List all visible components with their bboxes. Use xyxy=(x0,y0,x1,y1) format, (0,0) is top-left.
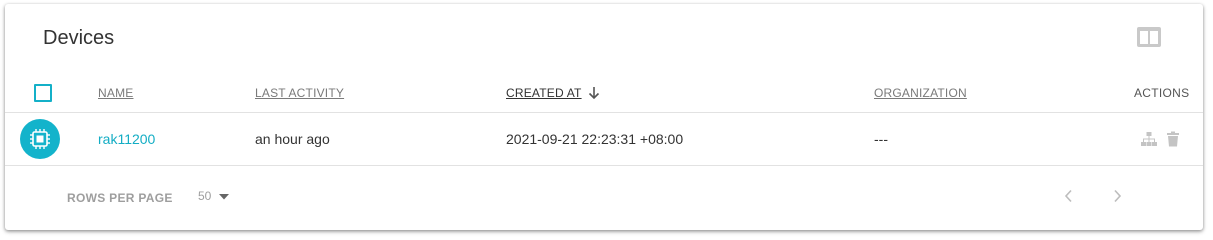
last-activity-value: an hour ago xyxy=(255,131,330,147)
rows-per-page-label: ROWS PER PAGE xyxy=(67,191,173,205)
chevron-left-icon[interactable] xyxy=(1062,188,1076,209)
organization-value: --- xyxy=(874,131,888,147)
device-name-link[interactable]: rak11200 xyxy=(98,131,155,147)
columns-view-icon[interactable] xyxy=(1136,26,1162,48)
column-header-last-activity[interactable]: LAST ACTIVITY xyxy=(255,86,344,100)
created-at-value: 2021-09-21 22:23:31 +08:00 xyxy=(506,131,684,147)
select-all-checkbox[interactable] xyxy=(34,84,52,102)
page-title: Devices xyxy=(43,27,115,49)
column-header-created-at[interactable]: CREATED AT xyxy=(506,86,582,100)
column-header-actions: ACTIONS xyxy=(1134,86,1190,100)
trash-icon[interactable] xyxy=(1166,131,1180,152)
sitemap-icon[interactable] xyxy=(1140,131,1158,152)
chip-icon xyxy=(20,119,60,159)
caret-down-icon xyxy=(219,189,230,203)
header-divider xyxy=(5,112,1203,113)
devices-card: Devices NAME LAST ACTIVITY CREATED AT OR… xyxy=(5,4,1203,230)
rows-per-page-select[interactable]: 50 xyxy=(198,189,230,203)
column-header-organization[interactable]: ORGANIZATION xyxy=(874,86,967,100)
rows-per-page-value: 50 xyxy=(198,189,212,203)
row-divider xyxy=(5,165,1203,166)
sort-arrow-down-icon[interactable] xyxy=(587,86,601,105)
column-header-name[interactable]: NAME xyxy=(98,86,133,100)
chevron-right-icon[interactable] xyxy=(1110,188,1124,209)
